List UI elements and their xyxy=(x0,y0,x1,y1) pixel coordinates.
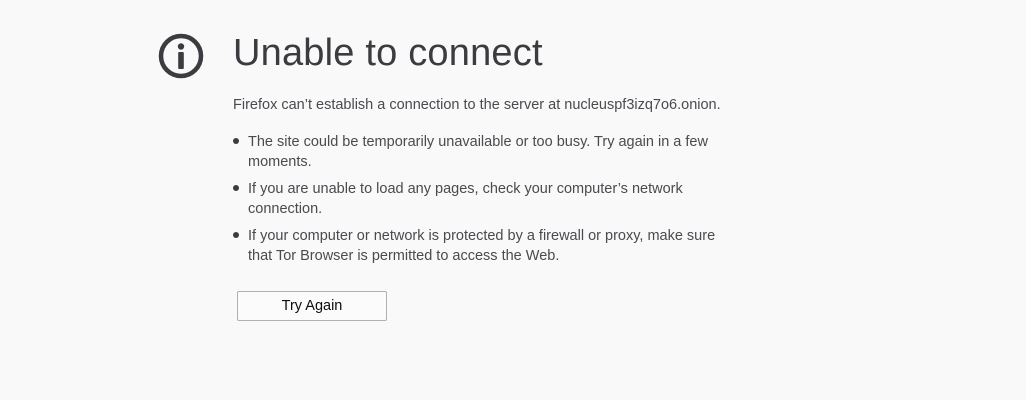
list-item: If you are unable to load any pages, che… xyxy=(233,179,738,219)
bullet-icon xyxy=(233,138,239,144)
list-item: If your computer or network is protected… xyxy=(233,226,738,266)
info-icon xyxy=(158,33,204,79)
tip-text: The site could be temporarily unavailabl… xyxy=(248,134,708,170)
try-again-button[interactable]: Try Again xyxy=(237,291,387,321)
tip-text: If your computer or network is protected… xyxy=(248,228,716,264)
tip-text: If you are unable to load any pages, che… xyxy=(248,181,683,217)
error-description: Firefox can’t establish a connection to … xyxy=(233,97,721,113)
bullet-icon xyxy=(233,232,239,238)
page-title: Unable to connect xyxy=(233,32,543,74)
tips-list: The site could be temporarily unavailabl… xyxy=(233,132,738,273)
list-item: The site could be temporarily unavailabl… xyxy=(233,132,738,172)
bullet-icon xyxy=(233,185,239,191)
